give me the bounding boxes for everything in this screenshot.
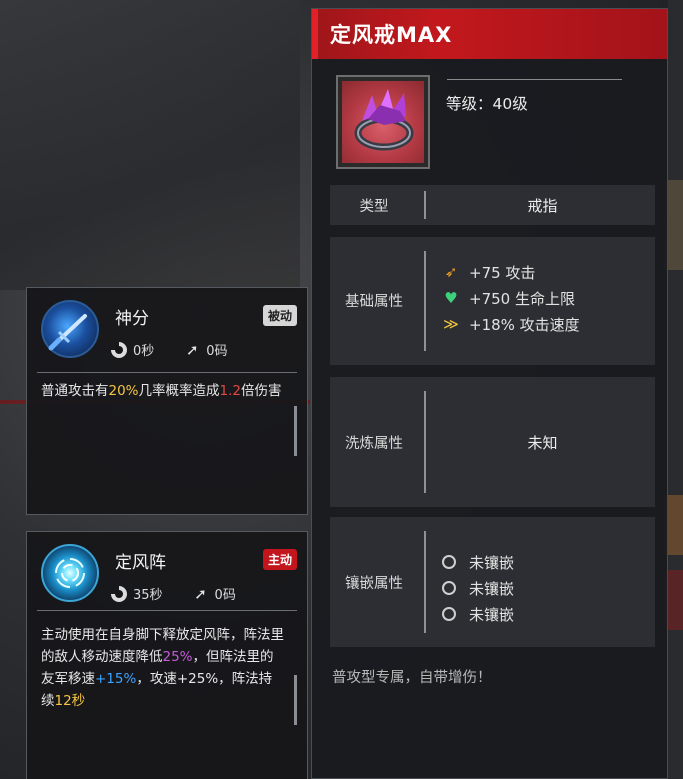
skill-card-shenfen: 神分 被动 0秒 ➚ 0码 普通攻击有20%几率概率造成1.2倍伤害	[26, 287, 308, 515]
attribute-text: +75 攻击	[469, 263, 536, 282]
attribute-attack: ➶ +75 攻击	[442, 259, 580, 285]
item-icon-frame[interactable]	[336, 75, 430, 169]
cooldown-value: 0秒	[133, 344, 155, 359]
range-value: 0码	[206, 344, 228, 359]
refine-attributes-label: 洗炼属性	[345, 436, 403, 452]
desc-text: 倍伤害	[241, 383, 282, 399]
desc-text: 几率概率造成	[138, 383, 220, 399]
attribute-text: +18% 攻击速度	[469, 315, 580, 334]
background-edge	[668, 0, 683, 779]
skill-name: 神分	[115, 309, 149, 329]
skill-card-dingfengzhen: 定风阵 主动 35秒 ➚ 0码 主动使用在自身脚下释放定风阵，阵法里的敌人移动速…	[26, 531, 308, 779]
type-label: 类型	[359, 199, 389, 215]
socket-slot[interactable]: 未镶嵌	[442, 549, 514, 575]
empty-socket-icon	[442, 607, 456, 621]
row-separator	[424, 191, 426, 219]
base-attributes-row: 基础属性 ➶ +75 攻击 ♥ +750 生命上限 ≫ +18% 攻击速度	[330, 237, 655, 365]
item-title: 定风戒MAX	[330, 23, 453, 47]
empty-socket-icon	[442, 581, 456, 595]
level-divider	[447, 79, 622, 80]
divider	[37, 372, 297, 373]
cooldown-value: 35秒	[133, 588, 163, 603]
divider	[37, 610, 297, 611]
base-attributes-list: ➶ +75 攻击 ♥ +750 生命上限 ≫ +18% 攻击速度	[442, 259, 580, 337]
desc-highlight: +15%	[95, 671, 137, 687]
desc-highlight: 25%	[162, 649, 193, 665]
item-detail-panel: 定风戒MAX 等级：40级 类型 戒指 基础属性 ➶ +75 攻击 ♥ +750…	[311, 8, 668, 779]
sword-skill-icon	[41, 300, 99, 358]
refine-attributes-row: 洗炼属性 未知	[330, 377, 655, 507]
row-separator	[424, 391, 426, 493]
item-description: 普攻型专属，自带增伤！	[332, 670, 492, 686]
socket-slot[interactable]: 未镶嵌	[442, 575, 514, 601]
scrollbar[interactable]	[294, 406, 297, 456]
refine-value: 未知	[527, 434, 558, 452]
attribute-attack-speed: ≫ +18% 攻击速度	[442, 311, 580, 337]
ring-icon	[342, 81, 424, 163]
attack-speed-icon: ≫	[443, 315, 459, 333]
attribute-hp: ♥ +750 生命上限	[442, 285, 580, 311]
socket-attributes-label: 镶嵌属性	[345, 576, 403, 592]
range-value: 0码	[214, 588, 236, 603]
desc-highlight: 1.2	[219, 383, 241, 399]
socket-list: 未镶嵌 未镶嵌 未镶嵌	[442, 549, 514, 627]
heart-icon: ♥	[444, 289, 458, 307]
cooldown-icon	[111, 341, 127, 358]
socket-text: 未镶嵌	[469, 553, 515, 572]
type-row: 类型 戒指	[330, 185, 655, 225]
scrollbar[interactable]	[294, 675, 297, 725]
base-attributes-label: 基础属性	[345, 294, 403, 310]
type-value: 戒指	[527, 197, 558, 215]
sword-icon	[48, 314, 87, 351]
socket-text: 未镶嵌	[469, 605, 515, 624]
range-icon: ➚	[185, 340, 199, 359]
item-header: 定风戒MAX	[312, 9, 667, 59]
desc-highlight: 12秒	[54, 693, 86, 709]
desc-highlight: 20%	[108, 383, 139, 399]
empty-socket-icon	[442, 555, 456, 569]
skill-name: 定风阵	[115, 553, 166, 573]
active-tag: 主动	[262, 549, 297, 570]
socket-text: 未镶嵌	[469, 579, 515, 598]
row-separator	[424, 531, 426, 633]
vortex-icon	[55, 558, 85, 588]
skill-description: 普通攻击有20%几率概率造成1.2倍伤害	[41, 380, 285, 402]
socket-slot[interactable]: 未镶嵌	[442, 601, 514, 627]
range-icon: ➚	[194, 584, 207, 603]
socket-attributes-row: 镶嵌属性 未镶嵌 未镶嵌 未镶嵌	[330, 517, 655, 647]
attribute-text: +750 生命上限	[469, 289, 575, 308]
skill-description: 主动使用在自身脚下释放定风阵，阵法里的敌人移动速度降低25%，但阵法里的友军移速…	[41, 624, 285, 712]
attack-icon: ➶	[444, 263, 458, 281]
background-scene	[0, 0, 300, 290]
skill-stats: 0秒 ➚ 0码	[111, 340, 228, 359]
row-separator	[424, 251, 426, 351]
skill-stats: 35秒 ➚ 0码	[111, 584, 236, 603]
passive-tag: 被动	[262, 305, 297, 326]
item-level: 等级：40级	[446, 95, 528, 113]
vortex-skill-icon	[41, 544, 99, 602]
desc-text: 普通攻击有	[41, 383, 109, 399]
cooldown-icon	[111, 585, 127, 602]
